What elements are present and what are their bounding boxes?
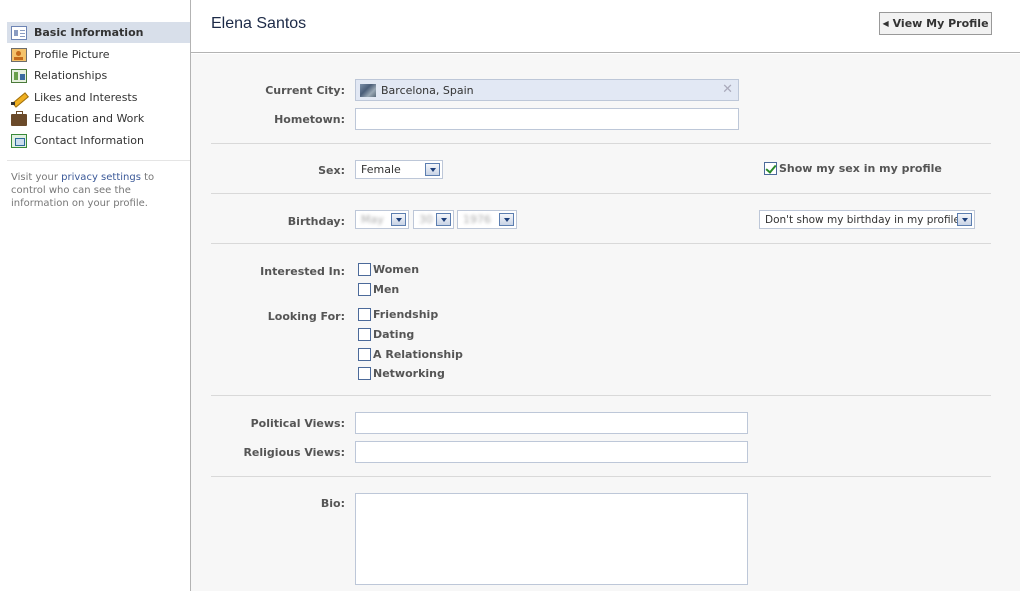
sidebar-item-label: Basic Information xyxy=(34,26,144,39)
hometown-input[interactable] xyxy=(355,108,739,130)
political-views-input[interactable] xyxy=(355,412,748,434)
privacy-settings-link[interactable]: privacy settings xyxy=(61,172,141,183)
sidebar: Basic Information Profile Picture Relati… xyxy=(0,0,191,591)
sidebar-divider xyxy=(7,160,190,161)
pencil-icon xyxy=(11,91,27,105)
basic-information-form: Current City: Barcelona, Spain ✕ Hometow… xyxy=(191,54,1020,591)
current-city-input[interactable]: Barcelona, Spain ✕ xyxy=(355,79,739,101)
hometown-label: Hometown: xyxy=(274,113,345,126)
birthday-day-value: 30 xyxy=(419,213,433,226)
sidebar-item-label: Relationships xyxy=(34,69,108,82)
religious-views-label: Religious Views: xyxy=(243,446,345,459)
sex-label: Sex: xyxy=(318,164,345,177)
looking-for-label: Looking For: xyxy=(267,310,345,323)
political-views-label: Political Views: xyxy=(250,417,345,430)
checkbox-icon xyxy=(358,328,371,341)
birthday-label: Birthday: xyxy=(287,215,345,228)
header: Elena Santos ◀ View My Profile xyxy=(191,0,1020,53)
chevron-down-icon xyxy=(391,213,406,226)
interested-in-women-checkbox[interactable]: Women xyxy=(358,263,419,276)
checkbox-icon xyxy=(358,308,371,321)
page-title: Elena Santos xyxy=(211,15,307,32)
current-city-value: Barcelona, Spain xyxy=(381,83,474,97)
looking-for-relationship-checkbox[interactable]: A Relationship xyxy=(358,348,463,361)
birthday-day-select[interactable]: 30 xyxy=(413,210,454,229)
chevron-down-icon xyxy=(499,213,514,226)
sex-select[interactable]: Female xyxy=(355,160,443,179)
looking-for-friendship-checkbox[interactable]: Friendship xyxy=(358,308,438,321)
interested-in-men-checkbox[interactable]: Men xyxy=(358,283,399,296)
section-divider xyxy=(211,193,991,194)
birthday-visibility-value: Don't show my birthday in my profile. xyxy=(765,213,964,226)
id-card-icon xyxy=(11,25,27,40)
privacy-note-prefix: Visit your xyxy=(11,172,62,183)
show-sex-checkbox[interactable]: Show my sex in my profile xyxy=(764,162,942,175)
checkbox-label: Networking xyxy=(373,367,445,380)
birthday-year-value: 1976 xyxy=(463,213,491,226)
section-divider xyxy=(211,243,991,244)
section-divider xyxy=(211,476,991,477)
sidebar-item-label: Contact Information xyxy=(34,134,144,147)
birthday-year-select[interactable]: 1976 xyxy=(457,210,517,229)
privacy-note: Visit your privacy settings to control w… xyxy=(11,171,176,210)
view-my-profile-label: View My Profile xyxy=(892,17,989,30)
birthday-month-value: May xyxy=(361,213,384,226)
chevron-left-icon: ◀ xyxy=(882,19,889,28)
birthday-month-select[interactable]: May xyxy=(355,210,409,229)
sidebar-item-label: Education and Work xyxy=(34,112,145,125)
sidebar-item-likes-and-interests[interactable]: Likes and Interests xyxy=(7,87,190,108)
checkbox-label: Men xyxy=(373,283,400,296)
sidebar-item-label: Profile Picture xyxy=(34,48,110,61)
show-sex-label: Show my sex in my profile xyxy=(779,162,942,175)
checkbox-label: A Relationship xyxy=(373,348,463,361)
sex-select-value: Female xyxy=(361,163,401,176)
remove-city-icon[interactable]: ✕ xyxy=(722,82,733,97)
checkbox-icon xyxy=(358,367,371,380)
checkbox-checked-icon xyxy=(764,162,777,175)
sidebar-item-profile-picture[interactable]: Profile Picture xyxy=(7,44,190,65)
current-city-label: Current City: xyxy=(265,84,345,97)
religious-views-input[interactable] xyxy=(355,441,748,463)
relationships-icon xyxy=(11,68,27,83)
checkbox-label: Dating xyxy=(373,328,415,341)
contact-icon xyxy=(11,133,27,148)
city-thumbnail-icon xyxy=(360,83,376,97)
interested-in-label: Interested In: xyxy=(260,265,345,278)
checkbox-icon xyxy=(358,348,371,361)
chevron-down-icon xyxy=(425,163,440,176)
briefcase-icon xyxy=(11,110,27,126)
checkbox-icon xyxy=(358,283,371,296)
chevron-down-icon xyxy=(436,213,451,226)
profile-picture-icon xyxy=(11,47,27,62)
sidebar-item-education-and-work[interactable]: Education and Work xyxy=(7,108,190,129)
section-divider xyxy=(211,143,991,144)
bio-label: Bio: xyxy=(320,497,345,510)
looking-for-networking-checkbox[interactable]: Networking xyxy=(358,367,445,380)
sidebar-item-label: Likes and Interests xyxy=(34,91,138,104)
looking-for-dating-checkbox[interactable]: Dating xyxy=(358,328,414,341)
checkbox-icon xyxy=(358,263,371,276)
checkbox-label: Friendship xyxy=(373,308,439,321)
birthday-visibility-select[interactable]: Don't show my birthday in my profile. xyxy=(759,210,975,229)
bio-textarea[interactable] xyxy=(355,493,748,585)
chevron-down-icon xyxy=(957,213,972,226)
sidebar-item-relationships[interactable]: Relationships xyxy=(7,65,190,86)
sidebar-item-basic-information[interactable]: Basic Information xyxy=(7,22,190,43)
section-divider xyxy=(211,395,991,396)
checkbox-label: Women xyxy=(373,263,420,276)
sidebar-item-contact-information[interactable]: Contact Information xyxy=(7,130,190,151)
view-my-profile-button[interactable]: ◀ View My Profile xyxy=(879,12,992,35)
